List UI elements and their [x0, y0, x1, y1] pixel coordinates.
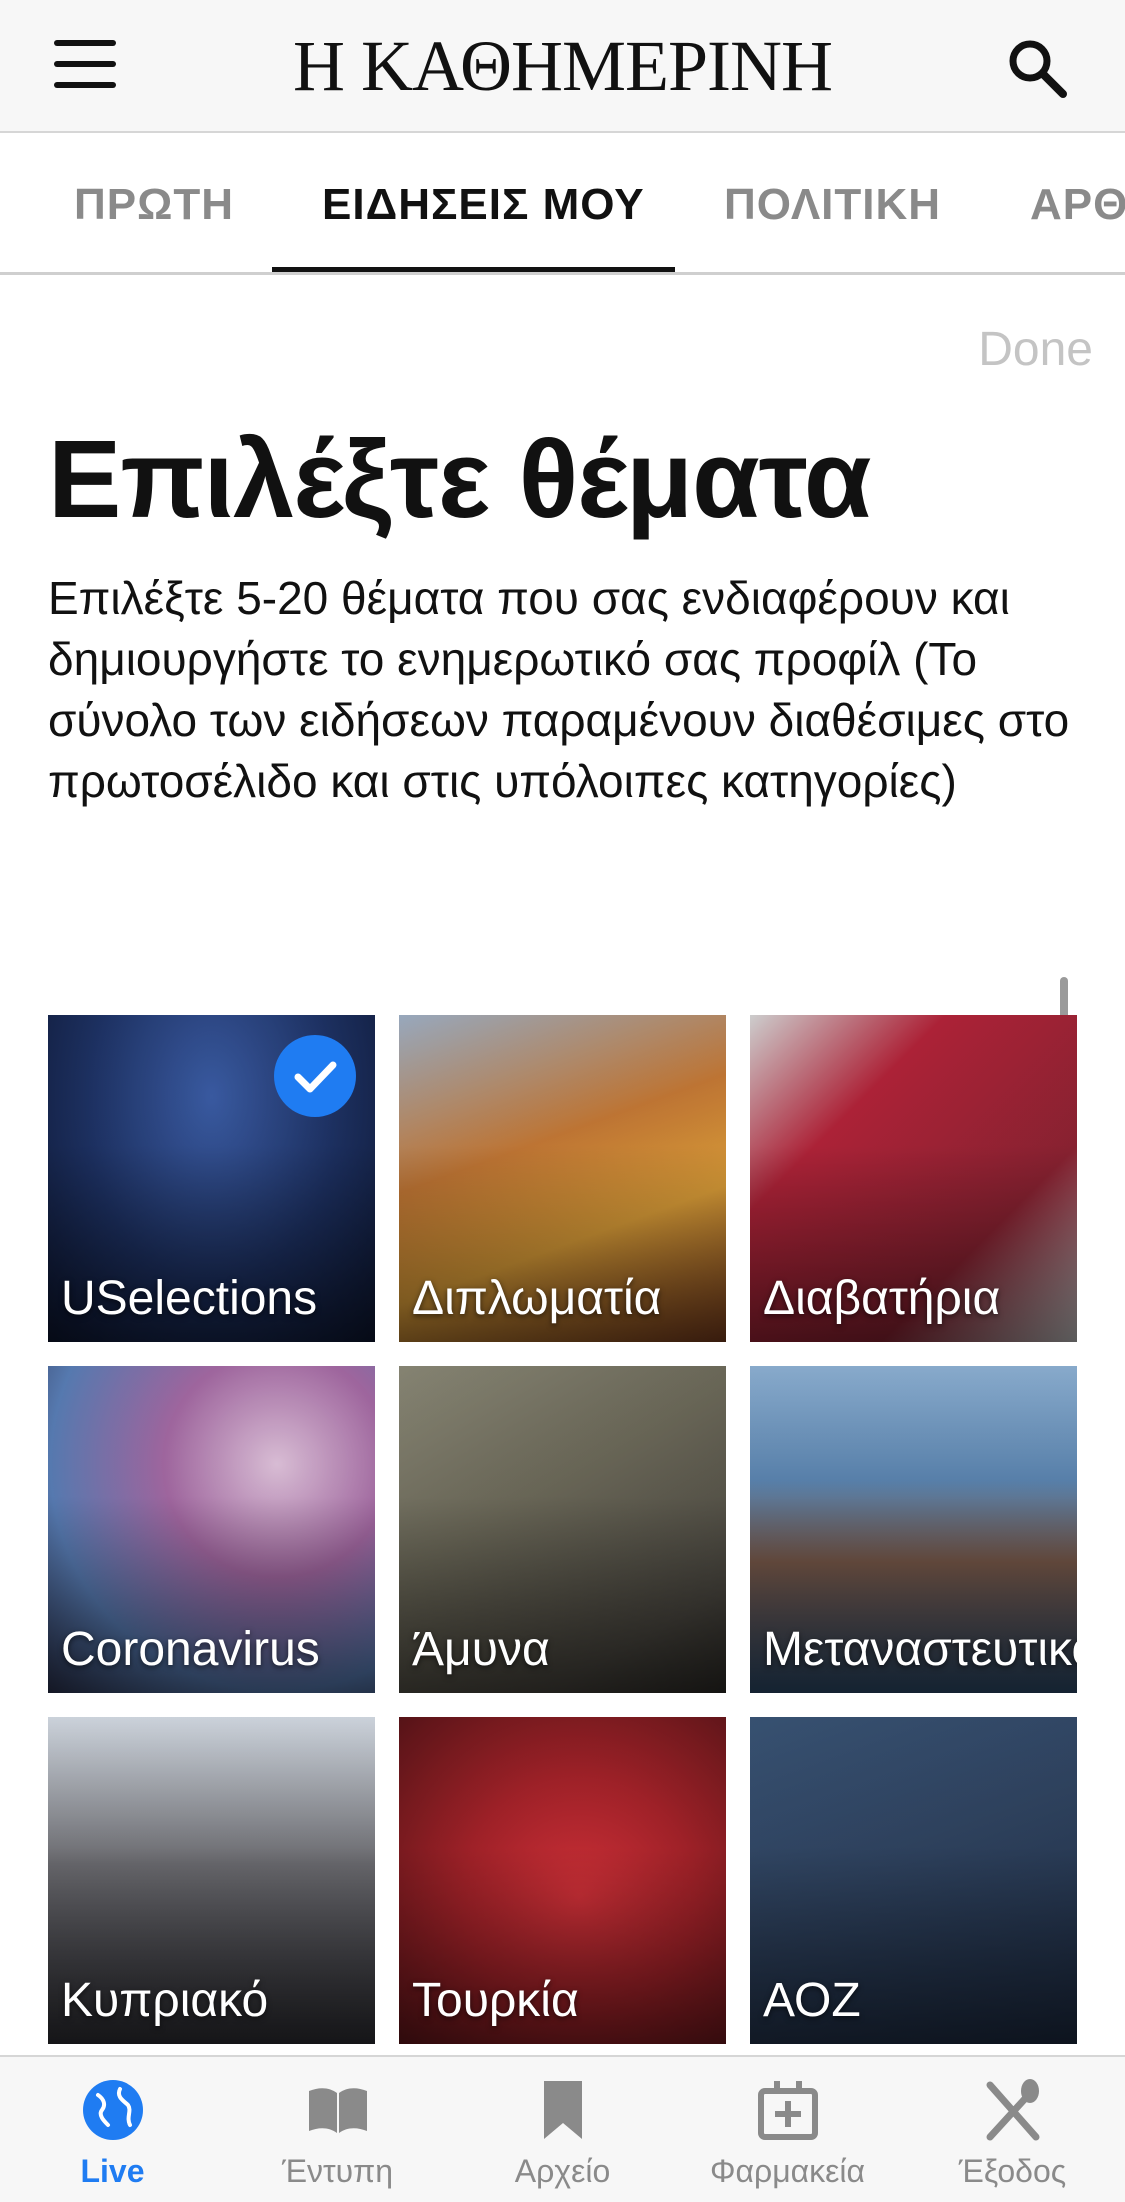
- topic-label: Μεταναστευτικό: [763, 1623, 1077, 1676]
- page-title: Επιλέξτε θέματα: [48, 418, 871, 541]
- topic-label: Διπλωματία: [412, 1272, 662, 1325]
- nav-label: Έντυπη: [281, 2153, 394, 2189]
- nav-live[interactable]: Live: [0, 2057, 225, 2202]
- done-button[interactable]: Done: [978, 322, 1093, 377]
- tab-politiki[interactable]: ΠΟΛΙΤΙΚΗ: [724, 135, 941, 272]
- topic-tile-kypriako[interactable]: Κυπριακό: [48, 1717, 375, 2044]
- topic-label: ΑΟΖ: [763, 1974, 861, 2027]
- page-description: Επιλέξτε 5-20 θέματα που σας ενδιαφέρουν…: [48, 572, 1070, 807]
- topic-tile-amyna[interactable]: Άμυνα: [399, 1366, 726, 1693]
- app-logo[interactable]: Η ΚΑΘΗΜΕΡΙΝΗ: [0, 28, 1125, 104]
- active-tab-indicator: [272, 267, 675, 272]
- section-tabs: ΠΡΩΤΗ ΕΙΔΗΣΕΙΣ ΜΟΥ ΠΟΛΙΤΙΚΗ ΑΡΘΡΑ: [0, 135, 1125, 275]
- nav-label: Φαρμακεία: [709, 2153, 866, 2189]
- bookmark-icon: [544, 2081, 582, 2139]
- book-icon: [309, 2088, 367, 2133]
- topic-tile-coronavirus[interactable]: Coronavirus: [48, 1366, 375, 1693]
- nav-label: Έξοδος: [958, 2153, 1067, 2189]
- pharmacy-icon: [758, 2081, 818, 2140]
- topic-tile-tourkia[interactable]: Τουρκία: [399, 1717, 726, 2044]
- tab-eidiseis-mou[interactable]: ΕΙΔΗΣΕΙΣ ΜΟΥ: [322, 135, 645, 272]
- bottom-navigation: Live Έντυπη Αρχείο Φαρμακεία Έξοδος: [0, 2055, 1125, 2202]
- globe-icon: [83, 2080, 143, 2140]
- nav-label: Live: [80, 2153, 145, 2189]
- topic-tile-diavatiria[interactable]: Διαβατήρια: [750, 1015, 1077, 1342]
- nav-exodos[interactable]: Έξοδος: [900, 2057, 1125, 2202]
- topic-label: Κυπριακό: [61, 1974, 269, 2027]
- search-icon[interactable]: [1005, 36, 1069, 100]
- nav-archeio[interactable]: Αρχείο: [450, 2057, 675, 2202]
- topic-label: Coronavirus: [61, 1623, 320, 1676]
- tab-arthra[interactable]: ΑΡΘΡΑ: [1030, 135, 1125, 272]
- topic-label: Διαβατήρια: [763, 1272, 1001, 1325]
- topic-label: Άμυνα: [412, 1623, 550, 1676]
- fork-knife-icon: [986, 2079, 1040, 2141]
- topic-label: USelections: [61, 1272, 318, 1325]
- topic-tile-uselections[interactable]: USelections: [48, 1015, 375, 1342]
- nav-farmakeia[interactable]: Φαρμακεία: [675, 2057, 900, 2202]
- checkmark-icon: [274, 1035, 356, 1117]
- app-header: Η ΚΑΘΗΜΕΡΙΝΗ: [0, 0, 1125, 133]
- topic-tile-diplomatia[interactable]: Διπλωματία: [399, 1015, 726, 1342]
- topic-label: Τουρκία: [412, 1974, 579, 2027]
- topic-tile-aoz[interactable]: ΑΟΖ: [750, 1717, 1077, 2044]
- nav-entypi[interactable]: Έντυπη: [225, 2057, 450, 2202]
- topic-tile-metanasteftiko[interactable]: Μεταναστευτικό: [750, 1366, 1077, 1693]
- tab-proti[interactable]: ΠΡΩΤΗ: [74, 135, 234, 272]
- nav-label: Αρχείο: [514, 2153, 611, 2189]
